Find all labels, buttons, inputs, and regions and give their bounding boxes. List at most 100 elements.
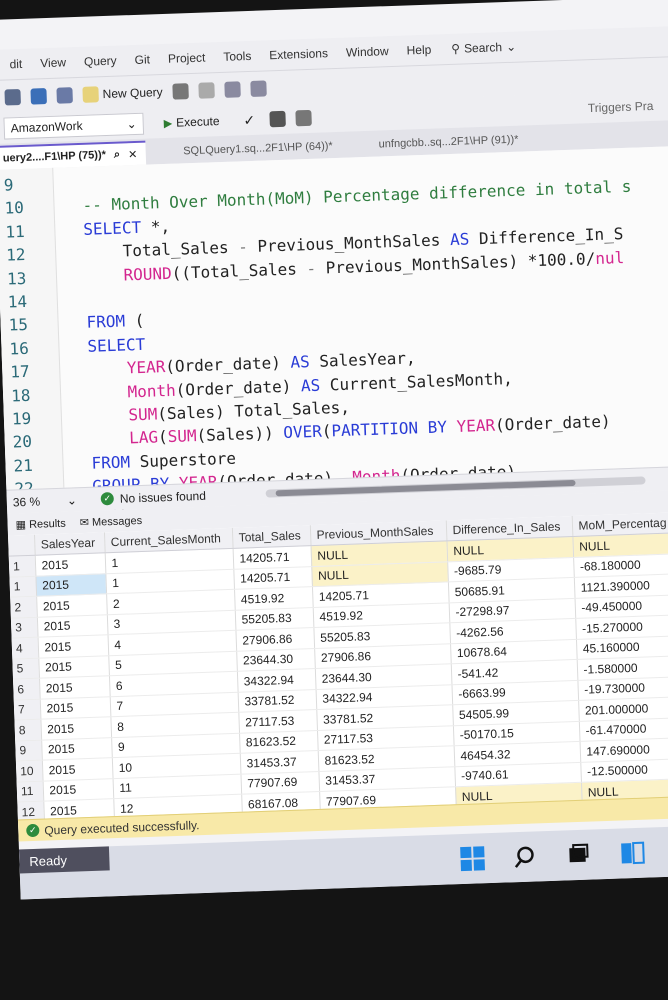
grid-cell[interactable]: 147.690000 — [579, 737, 668, 762]
search-box[interactable]: ⚲ Search ⌄ — [451, 40, 516, 56]
menu-item-view[interactable]: View — [40, 55, 66, 70]
grid-cell[interactable]: 2015 — [34, 552, 106, 576]
column-header[interactable]: Total_Sales — [231, 525, 311, 549]
line-number: 18 — [10, 385, 31, 406]
back-icon[interactable] — [4, 88, 21, 106]
line-number: 12 — [5, 245, 26, 265]
line-number: 16 — [9, 338, 30, 359]
code-text: FROM Superstore — [91, 448, 237, 473]
grid-cell[interactable]: 14205.71 — [233, 566, 312, 590]
grid-cell[interactable]: 27117.53 — [238, 709, 317, 733]
grid-cell[interactable]: 4519.92 — [234, 586, 313, 610]
row-number[interactable]: 1 — [9, 575, 37, 598]
save-icon[interactable] — [30, 87, 47, 105]
undo-icon[interactable] — [172, 82, 189, 100]
row-number[interactable]: 8 — [14, 719, 42, 741]
sql-editor[interactable]: 9 10 -- Month Over Month(MoM) Percentage d… — [0, 144, 668, 519]
row-number[interactable]: 6 — [13, 678, 40, 700]
code-text: -- Month Over Month(MoM) Percentage diff… — [82, 177, 632, 216]
tab-messages-label: Messages — [91, 514, 143, 529]
row-number[interactable]: 10 — [15, 760, 43, 782]
row-number[interactable]: 3 — [10, 616, 38, 639]
plan-icon[interactable] — [294, 109, 312, 127]
grid-cell[interactable]: 81623.52 — [239, 730, 318, 754]
menu-item-help[interactable]: Help — [406, 43, 431, 58]
widgets-icon[interactable] — [619, 840, 646, 867]
issues-label: No issues found — [119, 488, 207, 506]
menu-item-window[interactable]: Window — [346, 44, 389, 59]
tab-messages[interactable]: ✉ Messages — [79, 514, 143, 529]
save-all-icon[interactable] — [56, 86, 73, 104]
tab-label: unfngcbb..sq...2F1\HP (91))* — [378, 133, 519, 151]
search-icon[interactable] — [513, 843, 540, 870]
chevron-down-icon: ⌄ — [126, 116, 137, 132]
line-number: 20 — [12, 432, 33, 452]
grid-cell[interactable]: 33781.52 — [237, 689, 317, 713]
menu-item-tools[interactable]: Tools — [223, 49, 251, 64]
database-select[interactable]: AmazonWork ⌄ — [3, 112, 145, 140]
grid-cell[interactable]: 23644.30 — [236, 648, 315, 672]
grid-cell[interactable]: 2015 — [40, 716, 112, 740]
row-number[interactable]: 4 — [11, 637, 39, 659]
execute-button[interactable]: ▶ Execute — [163, 114, 220, 130]
ready-label: Ready — [18, 846, 110, 874]
grid-cell[interactable]: 2015 — [42, 778, 114, 802]
redo-icon[interactable] — [198, 81, 215, 99]
line-number: 21 — [13, 455, 34, 476]
column-header[interactable]: SalesYear — [33, 532, 105, 556]
grid-cell[interactable]: 2015 — [36, 593, 107, 617]
cut-icon[interactable] — [224, 80, 241, 98]
zoom-level[interactable]: 36 % — [13, 493, 67, 509]
grid-cell[interactable]: -19.730000 — [577, 675, 668, 701]
menu-item-extensions[interactable]: Extensions — [269, 46, 328, 62]
search-label: Search — [463, 40, 503, 56]
line-number: 13 — [6, 268, 27, 289]
query-status-text: Query executed successfully. — [44, 817, 200, 838]
grid-cell[interactable]: -61.470000 — [578, 716, 668, 742]
grid-cell[interactable]: 31453.37 — [239, 750, 319, 774]
grid-cell[interactable]: 2015 — [36, 614, 108, 638]
check-circle-icon: ✓ — [26, 823, 40, 838]
grid-cell[interactable]: 201.000000 — [578, 696, 668, 721]
grid-cell[interactable]: 2015 — [39, 675, 110, 699]
line-number: 17 — [9, 362, 30, 382]
new-query-button[interactable]: New Query — [82, 84, 163, 103]
results-grid[interactable]: SalesYear Current_SalesMonth Total_Sales Pr… — [8, 510, 668, 836]
grid-cell[interactable]: -12.500000 — [580, 757, 668, 783]
row-number[interactable]: 11 — [16, 780, 44, 803]
grid-cell[interactable]: 2015 — [39, 696, 111, 720]
row-number[interactable]: 1 — [8, 555, 36, 577]
chevron-down-icon[interactable]: ⌄ — [67, 493, 78, 507]
task-view-icon[interactable] — [565, 842, 592, 869]
menu-item-query[interactable]: Query — [84, 54, 117, 69]
tab-results-label: Results — [28, 517, 66, 531]
tab-label: SQLQuery1.sq...2F1\HP (64))* — [183, 140, 333, 158]
row-number[interactable]: 2 — [10, 596, 37, 618]
grid-cell[interactable]: 14205.71 — [232, 545, 312, 569]
copy-icon[interactable] — [250, 79, 267, 97]
grid-cell[interactable]: 77907.69 — [240, 770, 320, 795]
grid-cell[interactable]: 34322.94 — [236, 668, 316, 692]
grid-cell[interactable]: 2015 — [37, 634, 109, 658]
grid-cell[interactable]: 2015 — [38, 655, 109, 679]
code-text: SELECT — [87, 334, 146, 356]
grid-cell[interactable]: 55205.83 — [234, 607, 314, 631]
menu-item-project[interactable]: Project — [168, 51, 206, 66]
database-name: AmazonWork — [10, 118, 83, 136]
windows-start-icon[interactable] — [459, 845, 486, 872]
row-number[interactable]: 9 — [15, 739, 42, 762]
row-number[interactable]: 7 — [13, 698, 41, 721]
grid-cell[interactable]: 2015 — [41, 737, 112, 761]
close-icon[interactable]: ✕ — [128, 147, 138, 160]
grid-cell[interactable]: 27906.86 — [235, 627, 315, 651]
menu-item-dit[interactable]: dit — [9, 57, 22, 71]
grid-cell[interactable]: 2015 — [35, 573, 107, 597]
grid-corner[interactable] — [8, 534, 35, 557]
pin-icon[interactable]: ⌕ — [114, 148, 121, 161]
parse-check-icon[interactable]: ✓ — [243, 111, 255, 128]
grid-cell[interactable]: 2015 — [41, 757, 113, 781]
tab-results[interactable]: ▦ Results — [15, 516, 66, 531]
menu-item-git[interactable]: Git — [134, 52, 150, 67]
row-number[interactable]: 5 — [12, 657, 40, 680]
debug-icon[interactable] — [268, 110, 286, 128]
